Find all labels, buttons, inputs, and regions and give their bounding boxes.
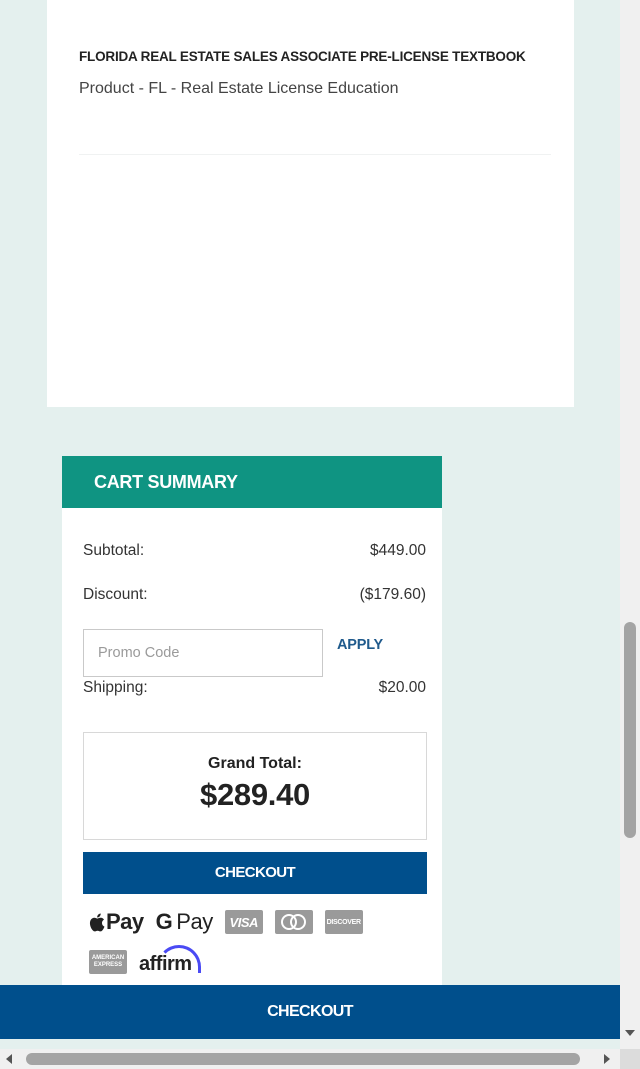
shipping-value: $20.00 <box>378 679 426 696</box>
apple-pay-label: Pay <box>106 909 144 934</box>
subtotal-row: Subtotal: $449.00 <box>83 542 426 560</box>
vertical-scrollbar-thumb[interactable] <box>624 622 636 838</box>
page-viewport: FLORIDA REAL ESTATE SALES ASSOCIATE PRE-… <box>0 0 620 1049</box>
visa-icon: VISA <box>224 910 263 934</box>
product-card: FLORIDA REAL ESTATE SALES ASSOCIATE PRE-… <box>47 0 574 407</box>
horizontal-scrollbar-thumb[interactable] <box>26 1053 580 1065</box>
grand-total-box: Grand Total: $289.40 <box>83 732 427 840</box>
shipping-label: Shipping: <box>83 679 148 696</box>
amex-icon: AMERICAN EXPRESS <box>89 950 127 974</box>
affirm-icon: affirm <box>139 944 201 976</box>
subtotal-value: $449.00 <box>369 542 426 559</box>
google-pay-label: Pay <box>176 909 213 934</box>
scroll-down-arrow-icon[interactable] <box>625 1030 635 1036</box>
sticky-checkout-button[interactable]: CHECKOUT <box>0 985 620 1039</box>
checkout-button[interactable]: CHECKOUT <box>83 852 427 894</box>
scroll-left-arrow-icon[interactable] <box>6 1054 12 1064</box>
discount-row: Discount: ($179.60) <box>83 586 426 604</box>
cart-summary-heading: CART SUMMARY <box>62 456 442 508</box>
discount-label: Discount: <box>83 586 148 603</box>
apple-logo-icon <box>89 913 105 931</box>
product-title[interactable]: FLORIDA REAL ESTATE SALES ASSOCIATE PRE-… <box>79 49 526 64</box>
discover-icon: DISCOVER <box>324 910 363 934</box>
cart-summary-panel: CART SUMMARY Subtotal: $449.00 Discount:… <box>62 456 442 986</box>
shipping-row: Shipping: $20.00 <box>83 679 426 697</box>
horizontal-scrollbar[interactable] <box>0 1049 620 1069</box>
product-subtitle: Product - FL - Real Estate License Educa… <box>79 80 399 97</box>
product-divider <box>79 154 551 155</box>
payment-methods: Pay G Pay VISA DISCOVER AMERICAN EXPRESS… <box>89 905 409 979</box>
grand-total-label: Grand Total: <box>208 755 302 772</box>
scroll-right-arrow-icon[interactable] <box>604 1054 610 1064</box>
google-g-icon: G <box>155 909 173 934</box>
mastercard-icon <box>274 910 313 934</box>
apple-pay-icon: Pay <box>89 909 144 935</box>
grand-total-value: $289.40 <box>200 777 310 812</box>
discount-value: ($179.60) <box>359 586 426 603</box>
vertical-scrollbar[interactable] <box>620 0 640 1049</box>
subtotal-label: Subtotal: <box>83 542 145 559</box>
apply-promo-button[interactable]: APPLY <box>337 637 383 653</box>
scrollbar-corner <box>620 1049 640 1069</box>
google-pay-icon: G Pay <box>155 909 214 935</box>
promo-code-input[interactable] <box>83 629 323 677</box>
